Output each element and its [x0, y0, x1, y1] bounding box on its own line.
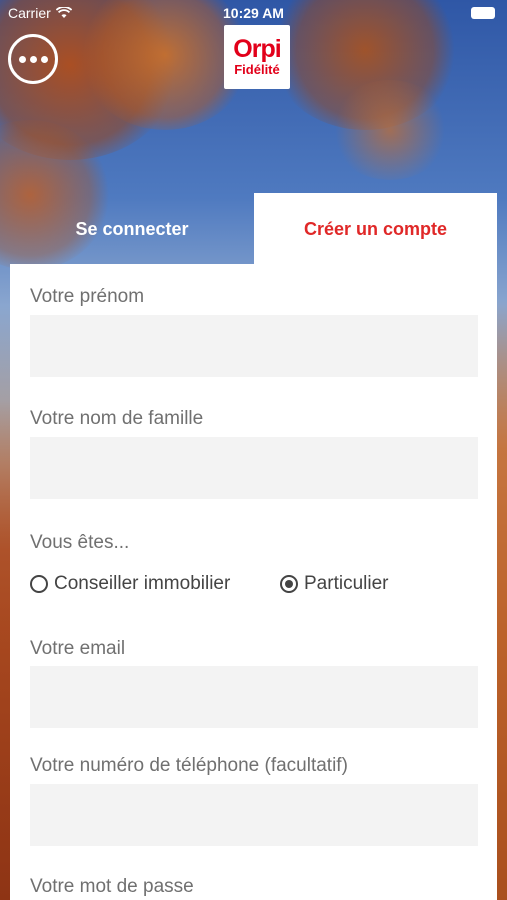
- last-name-field[interactable]: [30, 437, 478, 499]
- battery-icon: [471, 7, 495, 19]
- role-label: Vous êtes...: [30, 532, 130, 553]
- tab-login[interactable]: Se connecter: [10, 194, 254, 264]
- radio-unchecked-icon: [30, 575, 48, 593]
- status-bar: Carrier 10:29 AM: [0, 0, 507, 26]
- signup-form: Votre prénom Votre nom de famille Vous ê…: [10, 264, 497, 900]
- more-dots-icon: [18, 55, 26, 63]
- password-label: Votre mot de passe: [30, 876, 194, 897]
- email-field[interactable]: [30, 666, 478, 728]
- email-label: Votre email: [30, 638, 126, 659]
- more-menu-button[interactable]: [8, 34, 58, 84]
- first-name-field[interactable]: [30, 315, 478, 377]
- tab-create-account[interactable]: Créer un compte: [254, 193, 497, 265]
- first-name-label: Votre prénom: [30, 286, 145, 307]
- logo-brand: Orpi: [233, 34, 281, 63]
- radio-checked-icon: [280, 575, 298, 593]
- phone-label: Votre numéro de téléphone (facultatif): [30, 755, 348, 776]
- clock: 10:29 AM: [223, 5, 284, 21]
- more-dots-icon-dot: [29, 55, 37, 63]
- radio-dot: [285, 580, 293, 588]
- radio-conseiller-label: Conseiller immobilier: [54, 573, 231, 594]
- orpi-logo: Orpi Fidélité: [224, 25, 290, 89]
- last-name-label: Votre nom de famille: [30, 408, 204, 429]
- phone-field[interactable]: [30, 784, 478, 846]
- more-dots-icon-dot: [40, 55, 48, 63]
- logo-subtitle: Fidélité: [234, 61, 280, 77]
- radio-particulier[interactable]: Particulier: [280, 573, 388, 595]
- radio-conseiller-immobilier[interactable]: Conseiller immobilier: [30, 573, 230, 595]
- radio-particulier-label: Particulier: [304, 573, 389, 594]
